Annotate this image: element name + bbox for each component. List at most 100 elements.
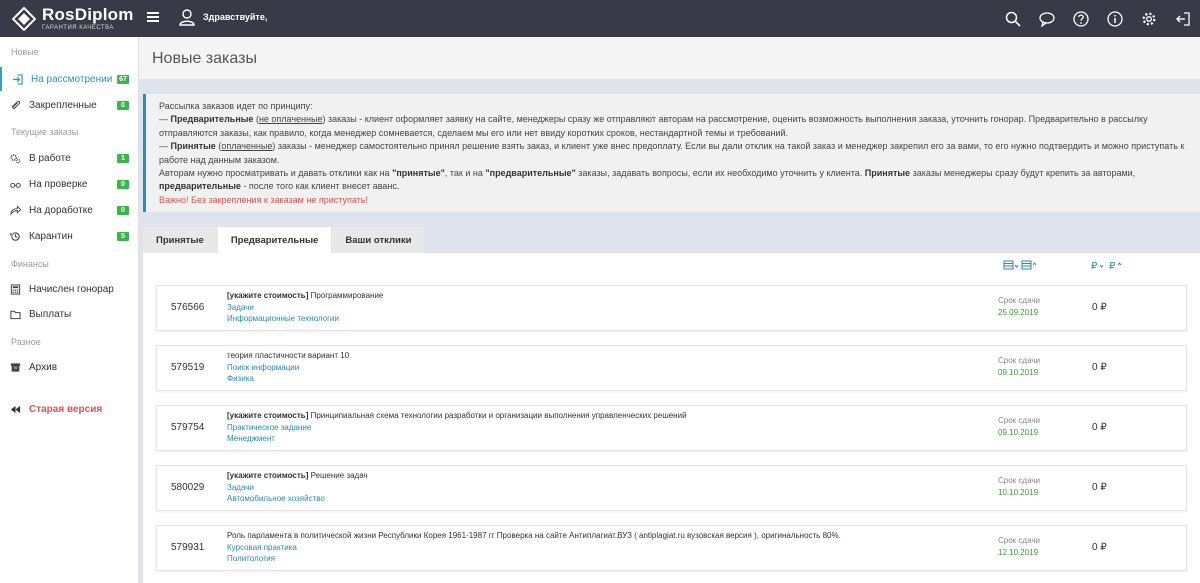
order-subject-link[interactable]: Автомобильное хозяйство	[227, 494, 325, 503]
hamburger-menu-icon[interactable]	[146, 10, 160, 24]
unpaid-label: не оплаченные	[258, 114, 323, 125]
sign-out-icon	[1176, 11, 1190, 26]
text: Авторам нужно просматривать и давать отк…	[159, 168, 393, 179]
order-title: теория пластичности вариант 10	[227, 351, 349, 360]
sidebar-item-in-progress[interactable]: В работе 1	[0, 146, 138, 170]
archive-icon	[10, 362, 21, 372]
order-price: 0 ₽	[1092, 302, 1107, 313]
sidebar-item-pinned[interactable]: Закрепленные 0	[0, 93, 138, 117]
svg-text:₽: ₽	[1109, 261, 1116, 271]
price-request-tag: [укажите стоимость]	[227, 291, 309, 300]
sidebar-item-label: Начислен гонорар	[29, 283, 114, 295]
sort-price-desc-icon[interactable]: ₽	[1109, 259, 1125, 271]
sort-price-asc-icon[interactable]: ₽	[1091, 259, 1107, 271]
due-date: 25.09.2019	[998, 308, 1039, 317]
calculator-icon	[10, 283, 21, 295]
sidebar-item-rework[interactable]: На доработке 0	[0, 198, 138, 222]
order-card[interactable]: 576566 [укажите стоимость] Программирова…	[156, 285, 1187, 331]
user-icon[interactable]	[178, 8, 196, 26]
order-type-link[interactable]: Курсовая практика	[227, 543, 297, 552]
sidebar-item-old-version[interactable]: Старая версия	[0, 397, 138, 421]
sidebar-item-label: На проверке	[29, 178, 88, 190]
sidebar-item-payouts[interactable]: Выплаты	[0, 302, 138, 326]
logout-button[interactable]	[1166, 0, 1200, 37]
sidebar-item-on-review[interactable]: На проверке 0	[0, 172, 138, 196]
sidebar-item-archive[interactable]: Архив	[0, 355, 138, 379]
text: заказы менеджеры сразу будут крепить за …	[910, 168, 1136, 179]
order-type-link[interactable]: Поиск информации	[227, 363, 299, 372]
sort-by-date-controls	[1003, 259, 1039, 271]
due-label: Срок сдачи	[998, 296, 1040, 305]
order-type-link[interactable]: Задачи	[227, 303, 254, 312]
info-button[interactable]	[1098, 0, 1132, 37]
info-warning: Важно! Без закрепления к заказам не прис…	[159, 194, 368, 205]
order-card[interactable]: 579931 Роль парламента в политической жи…	[156, 525, 1187, 571]
sidebar-section-current: Текущие заказы	[11, 127, 79, 137]
sidebar-section-finance: Финансы	[11, 259, 49, 269]
order-card[interactable]: 579519 теория пластичности вариант 10 По…	[156, 345, 1187, 391]
search-button[interactable]	[996, 0, 1030, 37]
tab-accepted[interactable]: Принятые	[143, 227, 217, 253]
preliminary-label: Предварительные	[170, 114, 254, 125]
sidebar-item-label: Архив	[29, 361, 58, 373]
dash: —	[159, 114, 171, 125]
sidebar-item-label: Старая версия	[29, 403, 103, 415]
sidebar-item-under-review[interactable]: На рассмотрении 67	[0, 67, 138, 91]
due-date: 12.10.2019	[998, 548, 1039, 557]
count-badge: 0	[117, 100, 129, 110]
count-badge: 1	[117, 153, 129, 163]
count-badge: 0	[117, 179, 129, 189]
sidebar-item-fee-accrued[interactable]: Начислен гонорар	[0, 277, 138, 301]
order-title: [укажите стоимость] Принципиальная схема…	[227, 411, 687, 420]
user-greeting: Здравствуйте,	[203, 12, 268, 22]
due-label: Срок сдачи	[998, 536, 1040, 545]
order-price: 0 ₽	[1092, 422, 1107, 433]
count-badge: 0	[117, 205, 129, 215]
brand-logo[interactable]: RosDiplom ГАРАНТИЯ КАЧЕСТВА	[12, 6, 134, 31]
order-title-text: Программирование	[308, 291, 384, 300]
order-subject-link[interactable]: Менеджмент	[227, 434, 275, 443]
order-subject-link[interactable]: Информационные технологии	[227, 314, 339, 323]
share-arrow-icon	[10, 204, 21, 216]
order-title-text: теория пластичности вариант 10	[227, 351, 350, 360]
gears-icon	[10, 153, 21, 163]
text: - после того как клиент внесет аванс.	[240, 181, 400, 192]
folder-icon	[10, 310, 21, 319]
due-date: 09.10.2019	[998, 428, 1039, 437]
brand-title: RosDiplom	[42, 5, 134, 24]
svg-text:₽: ₽	[1091, 261, 1098, 271]
history-icon	[10, 231, 20, 241]
orders-panel: ₽ ₽ 576566 [укажите стоимость] Программи…	[143, 253, 1200, 583]
gear-icon	[1142, 12, 1156, 25]
messages-button[interactable]	[1030, 0, 1064, 37]
info-icon	[1107, 10, 1123, 27]
count-badge: 67	[117, 74, 129, 84]
sidebar-item-quarantine[interactable]: Карантин 5	[0, 224, 138, 248]
tab-preliminary[interactable]: Предварительные	[217, 227, 332, 253]
order-id: 579519	[171, 362, 205, 373]
tab-your-responses[interactable]: Ваши отклики	[332, 227, 425, 253]
order-subject-link[interactable]: Физика	[227, 374, 254, 383]
order-card[interactable]: 579754 [укажите стоимость] Принципиальна…	[156, 405, 1187, 451]
due-date: 09.10.2019	[998, 368, 1039, 377]
text: заказы, задавать вопросы, если их необхо…	[575, 168, 865, 179]
order-title: [укажите стоимость] Решение задач	[227, 471, 368, 480]
text: ) заказы - менеджер самостоятельно приня…	[159, 141, 1185, 165]
order-price: 0 ₽	[1092, 482, 1107, 493]
settings-button[interactable]	[1132, 0, 1166, 37]
due-label: Срок сдачи	[998, 416, 1040, 425]
top-toolbar	[996, 0, 1200, 37]
order-price: 0 ₽	[1092, 362, 1107, 373]
order-title-text: Роль парламента в политической жизни Рес…	[227, 531, 841, 540]
info-paragraph-authors: Авторам нужно просматривать и давать отк…	[159, 167, 1190, 194]
order-type-link[interactable]: Практическое задание	[227, 423, 311, 432]
order-subject-link[interactable]: Политология	[227, 554, 275, 563]
sidebar-item-label: Карантин	[29, 230, 73, 242]
brand-subtitle: ГАРАНТИЯ КАЧЕСТВА	[42, 25, 114, 31]
order-card[interactable]: 580029 [укажите стоимость] Решение задач…	[156, 465, 1187, 511]
order-type-link[interactable]: Задачи	[227, 483, 254, 492]
sort-date-desc-icon[interactable]	[1021, 259, 1037, 271]
sort-date-asc-icon[interactable]	[1003, 259, 1019, 271]
help-button[interactable]	[1064, 0, 1098, 37]
info-paragraph-accepted: — Принятые (оплаченные) заказы - менедже…	[159, 140, 1190, 167]
